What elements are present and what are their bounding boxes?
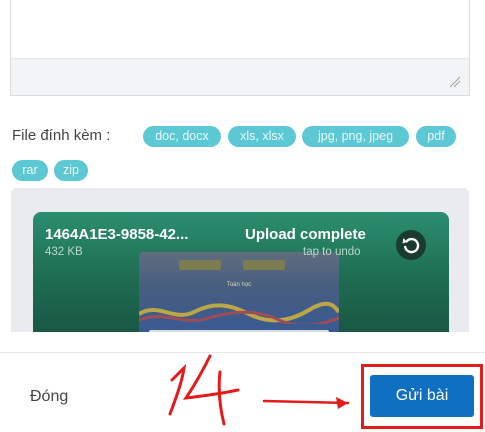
submit-highlight-box: Gửi bài [361,364,483,429]
uploaded-file-card: Toán học 1464A1E3-9858-42... 432 KB Uplo… [33,212,449,332]
thumbnail-caption: Toán học [226,282,252,288]
resize-grip-icon[interactable] [449,76,461,88]
undo-hint: tap to undo [303,246,361,258]
attachment-label: File đính kèm : [12,127,111,144]
file-size: 432 KB [45,246,83,258]
thumbnail-pill [179,260,221,270]
thumbnail-wave [139,301,339,324]
close-button[interactable]: Đóng [30,388,68,406]
filetype-chip-xls: xls, xlsx [228,126,296,147]
undo-icon [402,237,420,254]
undo-button[interactable] [396,230,426,260]
upload-status: Upload complete [245,226,366,243]
textarea-footer [11,58,469,95]
filetype-chip-zip: zip [54,160,88,181]
submit-button[interactable]: Gửi bài [370,375,474,417]
file-upload-area[interactable]: Toán học 1464A1E3-9858-42... 432 KB Uplo… [11,188,469,332]
step-annotation: 14 [168,354,350,426]
file-thumbnail: Toán học [139,252,339,332]
filetype-chip-jpg: jpg, png, jpeg [302,126,409,147]
thumbnail-panel [149,330,329,332]
filetype-chip-doc: doc, docx [143,126,221,147]
filetype-chip-rar: rar [12,160,48,181]
filetype-chip-pdf: pdf [416,126,456,147]
thumbnail-pill [243,260,285,270]
content-textarea[interactable] [10,0,470,96]
file-name: 1464A1E3-9858-42... [45,226,189,243]
